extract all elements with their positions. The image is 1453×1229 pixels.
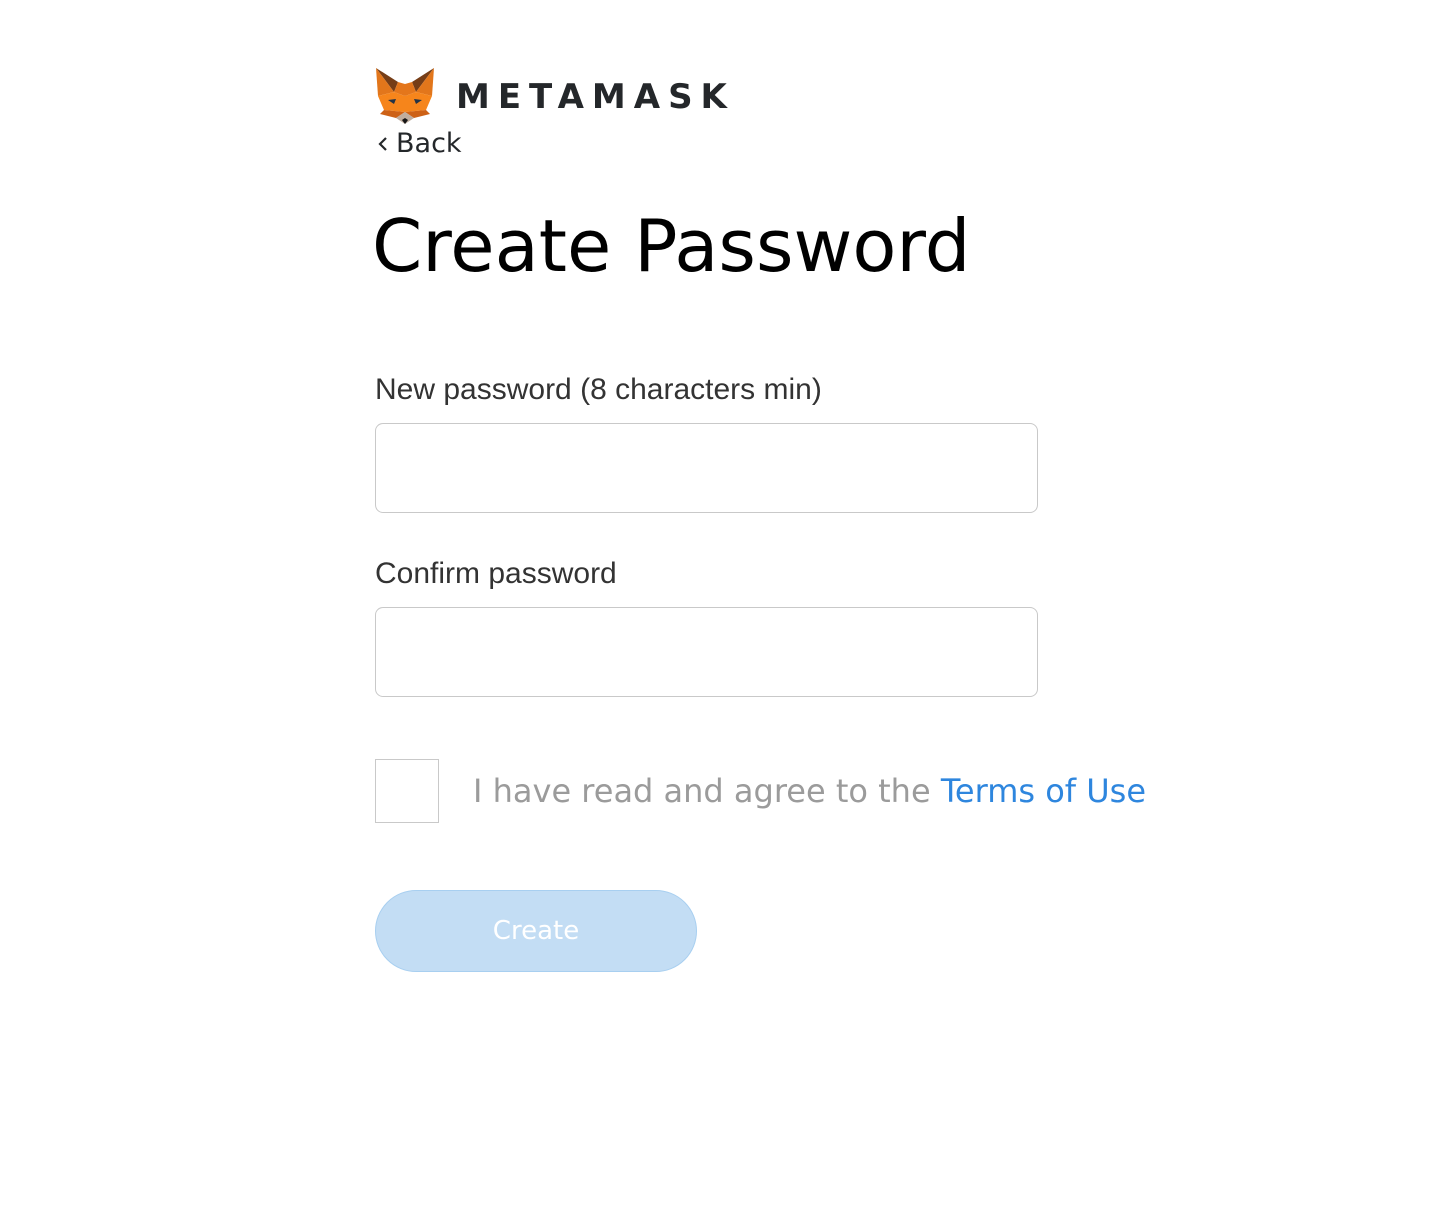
brand-wordmark: METAMASK: [456, 77, 735, 117]
back-link[interactable]: Back: [374, 128, 462, 159]
terms-checkbox[interactable]: [375, 759, 439, 823]
new-password-label: New password (8 characters min): [375, 373, 822, 406]
page-title: Create Password: [372, 204, 971, 288]
back-label: Back: [396, 128, 462, 159]
metamask-logo: METAMASK: [374, 66, 735, 126]
confirm-password-label: Confirm password: [375, 557, 617, 590]
create-button[interactable]: Create: [375, 890, 697, 972]
chevron-left-icon: [378, 136, 387, 151]
terms-text: I have read and agree to the Terms of Us…: [473, 772, 1146, 810]
terms-agree-text: I have read and agree to the: [473, 772, 941, 810]
new-password-input[interactable]: [375, 423, 1038, 513]
terms-of-use-link[interactable]: Terms of Use: [941, 772, 1146, 810]
metamask-fox-icon: [376, 68, 434, 124]
confirm-password-input[interactable]: [375, 607, 1038, 697]
